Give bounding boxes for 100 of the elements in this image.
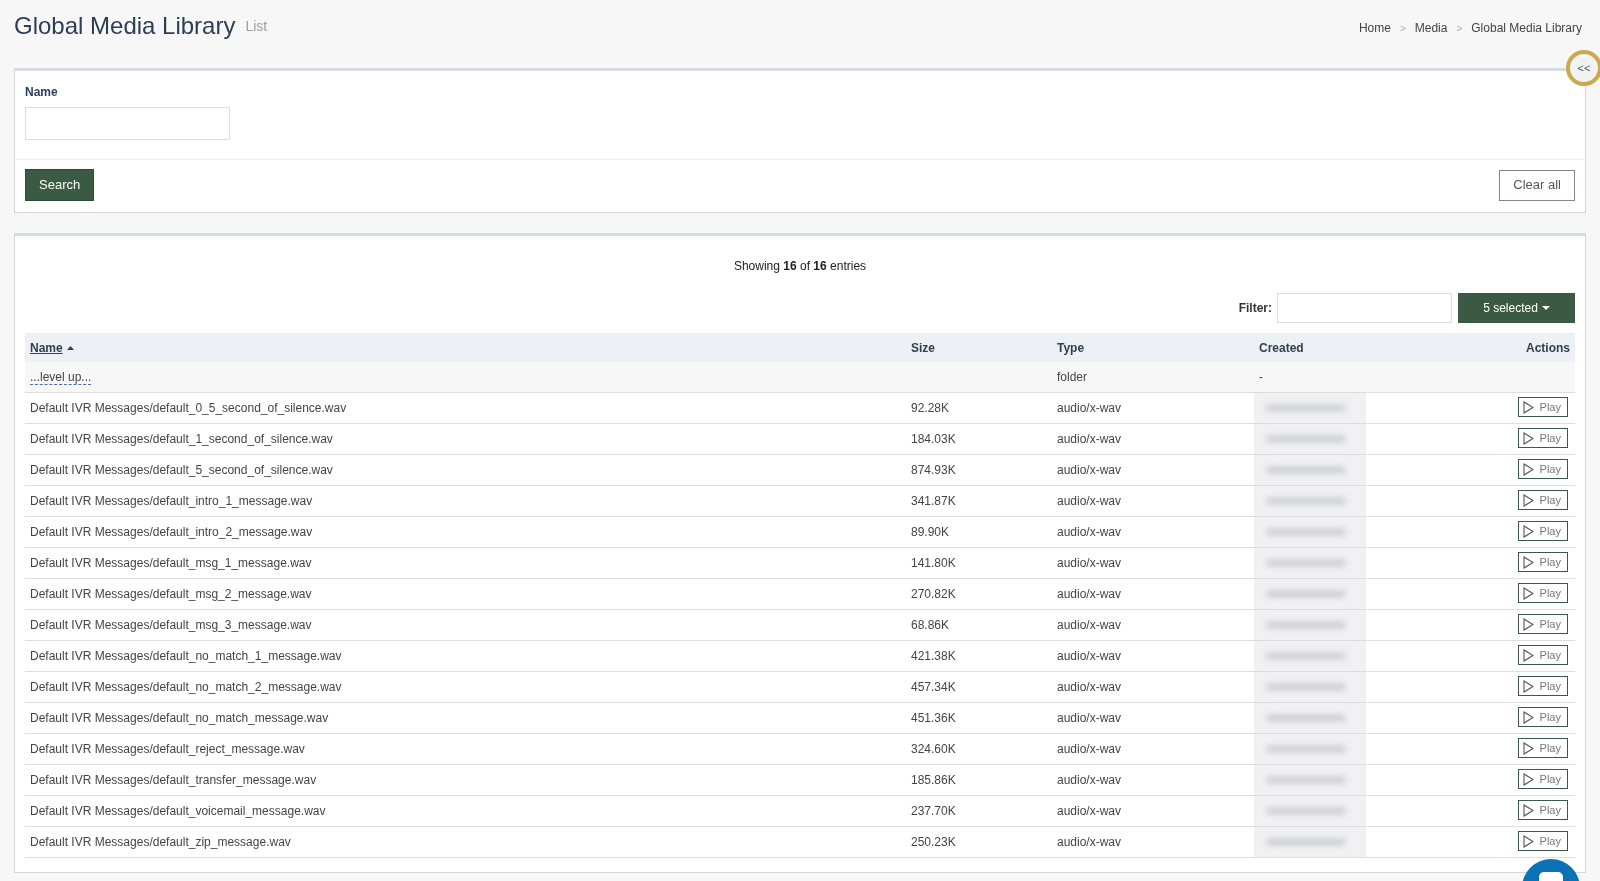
file-name: Default IVR Messages/default_msg_3_message.wav <box>30 618 312 633</box>
page-title: Global Media Library <box>14 12 236 40</box>
file-name: Default IVR Messages/default_voicemail_message.wav <box>30 804 326 819</box>
file-size: 457.34K <box>911 680 956 695</box>
play-icon <box>1522 617 1534 631</box>
play-button[interactable]: Play <box>1517 769 1568 790</box>
collapse-button[interactable]: << <box>1566 50 1600 86</box>
play-button[interactable]: Play <box>1517 831 1568 852</box>
play-button[interactable]: Play <box>1517 459 1568 480</box>
filter-label: Filter: <box>1238 299 1272 317</box>
file-name: Default IVR Messages/default_intro_2_message.wav <box>30 525 313 540</box>
play-icon <box>1522 772 1534 786</box>
file-name: Default IVR Messages/default_no_match_2_message.wav <box>30 680 342 695</box>
file-size: 270.82K <box>911 587 956 602</box>
file-name: Default IVR Messages/default_reject_message.wav <box>30 742 305 757</box>
file-name: Default IVR Messages/default_msg_2_message.wav <box>30 587 312 602</box>
column-header[interactable]: Type <box>1057 338 1085 357</box>
play-button[interactable]: Play <box>1517 800 1568 821</box>
play-icon <box>1522 400 1534 414</box>
breadcrumb-link[interactable]: Media <box>1414 19 1448 37</box>
play-icon <box>1522 803 1534 817</box>
column-header[interactable]: Created <box>1259 338 1304 357</box>
file-type: audio/x-wav <box>1057 773 1122 788</box>
file-type: audio/x-wav <box>1057 618 1122 633</box>
file-type: audio/x-wav <box>1057 587 1122 602</box>
file-size: 451.36K <box>911 711 956 726</box>
play-icon <box>1522 648 1534 662</box>
file-name: Default IVR Messages/default_transfer_message.wav <box>30 773 317 788</box>
play-button[interactable]: Play <box>1517 428 1568 449</box>
breadcrumb-link[interactable]: Home <box>1358 19 1391 37</box>
file-size: 421.38K <box>911 649 956 664</box>
play-button[interactable]: Play <box>1517 583 1568 604</box>
file-name: Default IVR Messages/default_1_second_of_silence.wav <box>30 432 333 447</box>
play-icon <box>1522 493 1534 507</box>
breadcrumb-separator: > <box>1399 21 1406 36</box>
file-name: Default IVR Messages/default_no_match_message.wav <box>30 711 329 726</box>
file-size: 92.28K <box>911 401 950 416</box>
file-size: 68.86K <box>911 618 950 633</box>
file-size: 341.87K <box>911 494 956 509</box>
file-type: audio/x-wav <box>1057 711 1122 726</box>
file-size: 185.86K <box>911 773 956 788</box>
chat-button[interactable] <box>1522 859 1580 881</box>
play-icon <box>1522 586 1534 600</box>
file-type: audio/x-wav <box>1057 401 1122 416</box>
column-header[interactable]: Actions <box>1526 338 1570 357</box>
play-button[interactable]: Play <box>1517 521 1568 542</box>
play-icon <box>1522 555 1534 569</box>
file-name: Default IVR Messages/default_no_match_1_message.wav <box>30 649 342 664</box>
file-type: audio/x-wav <box>1057 494 1122 509</box>
file-type: audio/x-wav <box>1057 804 1122 819</box>
created-date: - <box>1258 370 1264 385</box>
file-name: Default IVR Messages/default_0_5_second_of_silence.wav <box>30 401 347 416</box>
column-header[interactable]: Size <box>911 338 935 357</box>
play-button[interactable]: Play <box>1517 738 1568 759</box>
file-size: 141.80K <box>911 556 956 571</box>
file-type: audio/x-wav <box>1057 463 1122 478</box>
play-icon <box>1522 431 1534 445</box>
file-type: audio/x-wav <box>1057 680 1122 695</box>
file-type: folder <box>1057 370 1088 385</box>
file-type: audio/x-wav <box>1057 649 1122 664</box>
play-icon <box>1522 834 1534 848</box>
play-button[interactable]: Play <box>1517 552 1568 573</box>
play-icon <box>1522 741 1534 755</box>
play-button[interactable]: Play <box>1517 397 1568 418</box>
file-name: Default IVR Messages/default_intro_1_message.wav <box>30 494 313 509</box>
entries-summary: Showing 16 of 16 entries <box>732 258 868 275</box>
file-size: 89.90K <box>911 525 950 540</box>
filter-input-field[interactable] <box>1277 292 1452 323</box>
file-name: Default IVR Messages/default_zip_message.wav <box>30 835 291 850</box>
file-size: 184.03K <box>911 432 956 447</box>
file-type: audio/x-wav <box>1057 556 1122 571</box>
file-type: audio/x-wav <box>1057 742 1122 757</box>
file-size: 250.23K <box>911 835 956 850</box>
file-type: audio/x-wav <box>1057 432 1122 447</box>
play-button[interactable]: Play <box>1517 490 1568 511</box>
file-size: 874.93K <box>911 463 956 478</box>
play-icon <box>1522 710 1534 724</box>
play-icon <box>1522 462 1534 476</box>
column-header[interactable]: Name <box>30 338 74 357</box>
play-button[interactable]: Play <box>1517 707 1568 728</box>
page-subtitle: List <box>245 17 268 36</box>
play-icon <box>1522 524 1534 538</box>
play-button[interactable]: Play <box>1517 676 1568 697</box>
play-button[interactable]: Play <box>1517 645 1568 666</box>
columns-dropdown-button[interactable]: 5 selected <box>1458 292 1575 323</box>
breadcrumb-link[interactable]: Global Media Library <box>1471 19 1582 37</box>
file-type: audio/x-wav <box>1057 525 1122 540</box>
file-name: Default IVR Messages/default_msg_1_message.wav <box>30 556 312 571</box>
play-button[interactable]: Play <box>1517 614 1568 635</box>
search-button[interactable]: Search <box>25 169 95 201</box>
clear-all-button[interactable]: Clear all <box>1499 169 1575 201</box>
file-size: 237.70K <box>911 804 956 819</box>
file-name: Default IVR Messages/default_5_second_of_silence.wav <box>30 463 333 478</box>
play-icon <box>1522 679 1534 693</box>
level-up-link[interactable]: ...level up... <box>30 370 92 386</box>
field-label: Name <box>25 84 59 101</box>
file-size: 324.60K <box>911 742 956 757</box>
caret-icon <box>1541 305 1550 310</box>
file-type: audio/x-wav <box>1057 835 1122 850</box>
name-input-field[interactable] <box>25 107 230 140</box>
